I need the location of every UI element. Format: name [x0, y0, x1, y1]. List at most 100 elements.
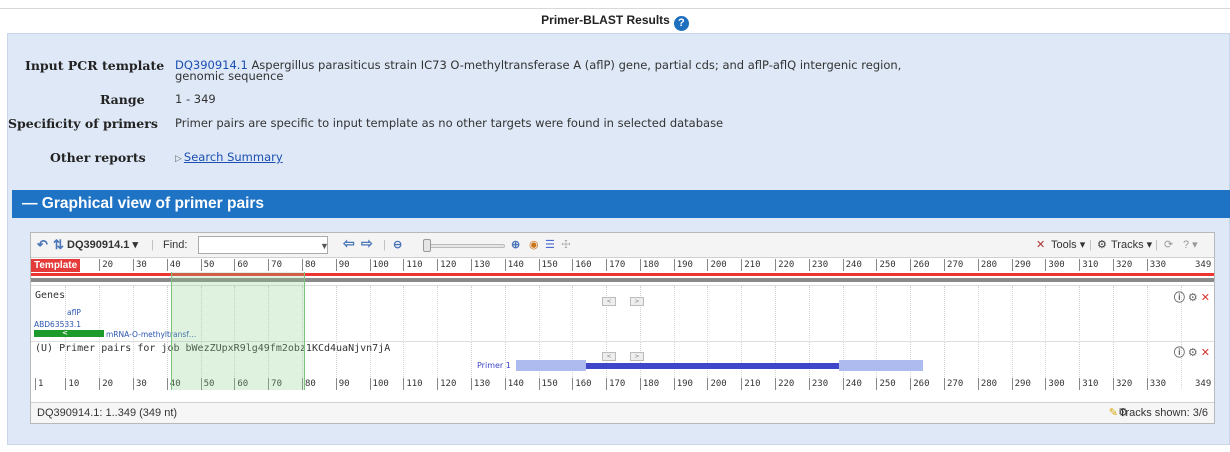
grid-line: [504, 286, 506, 340]
reload-icon[interactable]: ⟳: [1164, 237, 1173, 253]
ruler-tick: 80: [301, 259, 316, 271]
ruler-tick: 100: [369, 259, 389, 271]
expand-arrow-icon: ▷: [175, 154, 182, 164]
grid-line: [1113, 286, 1114, 340]
find-dropdown-icon[interactable]: ▼: [320, 238, 329, 254]
next-feature-button[interactable]: >: [630, 297, 644, 306]
ruler-tick: 160: [572, 378, 592, 390]
toolbar-divider: |: [383, 239, 386, 251]
refresh-icon[interactable]: ⇅: [53, 237, 64, 253]
ruler-tick: 100: [369, 378, 389, 390]
input-template-value: DQ390914.1 Aspergillus parasiticus strai…: [175, 59, 901, 83]
ruler-tick: 349: [1195, 260, 1212, 270]
ruler-tick: 60: [234, 259, 248, 271]
reverse-primer[interactable]: [839, 360, 923, 371]
toolbar-divider: |: [1089, 239, 1092, 251]
search-summary-link[interactable]: Search Summary: [184, 150, 283, 164]
ruler-tick: 310: [1079, 378, 1098, 390]
specificity-value: Primer pairs are specific to input templ…: [175, 116, 724, 130]
close-icon[interactable]: ✕: [1201, 291, 1210, 304]
help-icon[interactable]: ?: [673, 16, 689, 31]
ruler-tick: 320: [1113, 378, 1132, 390]
ruler-tick: 190: [673, 259, 693, 271]
pencil-icon[interactable]: ✎: [1109, 403, 1118, 423]
binoculars-icon[interactable]: ◉: [529, 237, 539, 253]
ruler-tick: 30: [133, 378, 147, 390]
close-icon[interactable]: ✕: [1201, 346, 1210, 359]
ruler-tick: 250: [876, 259, 896, 271]
grid-line: [1011, 286, 1013, 340]
ruler-tick: 300: [1045, 378, 1065, 390]
toolbar-divider: |: [1155, 239, 1158, 251]
track-settings-icon[interactable]: ⚙: [1188, 346, 1198, 359]
zoom-slider-track[interactable]: [425, 244, 505, 248]
ruler-tick: 40: [166, 259, 181, 271]
primer-pair-label[interactable]: Primer 1: [477, 361, 511, 370]
find-label: Find:: [163, 239, 188, 251]
genes-track-title: Genes: [35, 290, 66, 301]
ruler-tick: 90: [335, 259, 350, 271]
settings-icon[interactable]: ☩: [561, 237, 571, 253]
forward-primer[interactable]: [516, 360, 586, 371]
zoom-out-icon[interactable]: ⊖: [393, 237, 402, 253]
ruler-tick: 110: [403, 259, 423, 271]
selection-highlight[interactable]: [171, 272, 305, 390]
grid-line: [1079, 286, 1081, 340]
ruler-tick: 20: [99, 259, 113, 271]
ruler-tick: 210: [741, 378, 761, 390]
prev-feature-button[interactable]: <: [602, 297, 616, 306]
amplicon-line[interactable]: [586, 363, 841, 369]
back-arrow-icon[interactable]: ⇦: [343, 235, 355, 251]
ruler-tick: 170: [606, 378, 625, 390]
ruler-tick: 250: [876, 378, 896, 390]
markers-icon[interactable]: ☰: [545, 237, 555, 253]
ruler-tick: 220: [775, 259, 794, 271]
ruler-tick: 120: [437, 259, 456, 271]
mrna-feature-bar[interactable]: <: [34, 330, 104, 337]
grid-line: [369, 286, 371, 340]
top-ruler: Template 20 30 40 50 60 70 80 90 100 110 120 130 140…: [31, 259, 1214, 272]
tracks-menu[interactable]: Tracks ▾: [1111, 237, 1152, 253]
ruler-tick: 180: [639, 259, 659, 271]
ruler-tick: 200: [707, 259, 727, 271]
gene-name-label[interactable]: aflP: [67, 308, 81, 317]
grid-line: [335, 286, 337, 340]
find-input[interactable]: [198, 236, 328, 254]
grid-line: [775, 286, 777, 340]
help-menu[interactable]: ? ▾: [1183, 237, 1198, 253]
ruler-tick: 50: [200, 259, 214, 271]
other-reports-label: Other reports: [50, 150, 146, 165]
zoom-slider-handle[interactable]: [423, 239, 431, 252]
genes-track-controls: ⓘ ⚙ ✕: [1174, 289, 1210, 305]
grid-line: [1045, 286, 1047, 340]
ruler-tick: 210: [741, 259, 761, 271]
tracks-shown[interactable]: Tracks shown: 3/6: [1119, 403, 1208, 423]
grid-line: [944, 286, 946, 340]
zoom-in-icon[interactable]: ⊕: [511, 237, 520, 253]
ruler-tick: 10: [65, 378, 79, 390]
viewer-status-bar: DQ390914.1: 1..349 (349 nt) ✎ ⚙ Tracks s…: [31, 402, 1214, 423]
grid-line: [403, 286, 405, 340]
ruler-tick: 280: [977, 259, 997, 271]
specificity-label: Specificity of primers: [8, 116, 158, 131]
track-settings-icon[interactable]: ⚙: [1188, 291, 1198, 304]
info-icon[interactable]: ⓘ: [1174, 346, 1185, 359]
forward-arrow-icon[interactable]: ⇨: [361, 235, 373, 251]
tools-menu[interactable]: Tools ▾: [1051, 237, 1085, 253]
protein-id-label[interactable]: ABD63533.1: [34, 320, 81, 329]
template-description-cont: genomic sequence: [175, 69, 284, 83]
grid-line: [437, 286, 439, 340]
grid-line: [741, 286, 743, 340]
ruler-tick: 260: [910, 259, 930, 271]
sequence-menu[interactable]: DQ390914.1 ▾: [67, 237, 138, 253]
next-feature-button[interactable]: >: [630, 352, 644, 361]
grid-line: [977, 286, 979, 340]
page-title-bar: Primer-BLAST Results?: [0, 10, 1230, 32]
graphical-view-header[interactable]: — Graphical view of primer pairs: [12, 190, 1230, 218]
top-divider: [0, 8, 1230, 9]
info-icon[interactable]: ⓘ: [1174, 291, 1185, 304]
ruler-tick: 120: [437, 378, 456, 390]
ruler-tick: 180: [639, 378, 659, 390]
prev-feature-button[interactable]: <: [602, 352, 616, 361]
undo-icon[interactable]: ↶: [37, 237, 48, 253]
